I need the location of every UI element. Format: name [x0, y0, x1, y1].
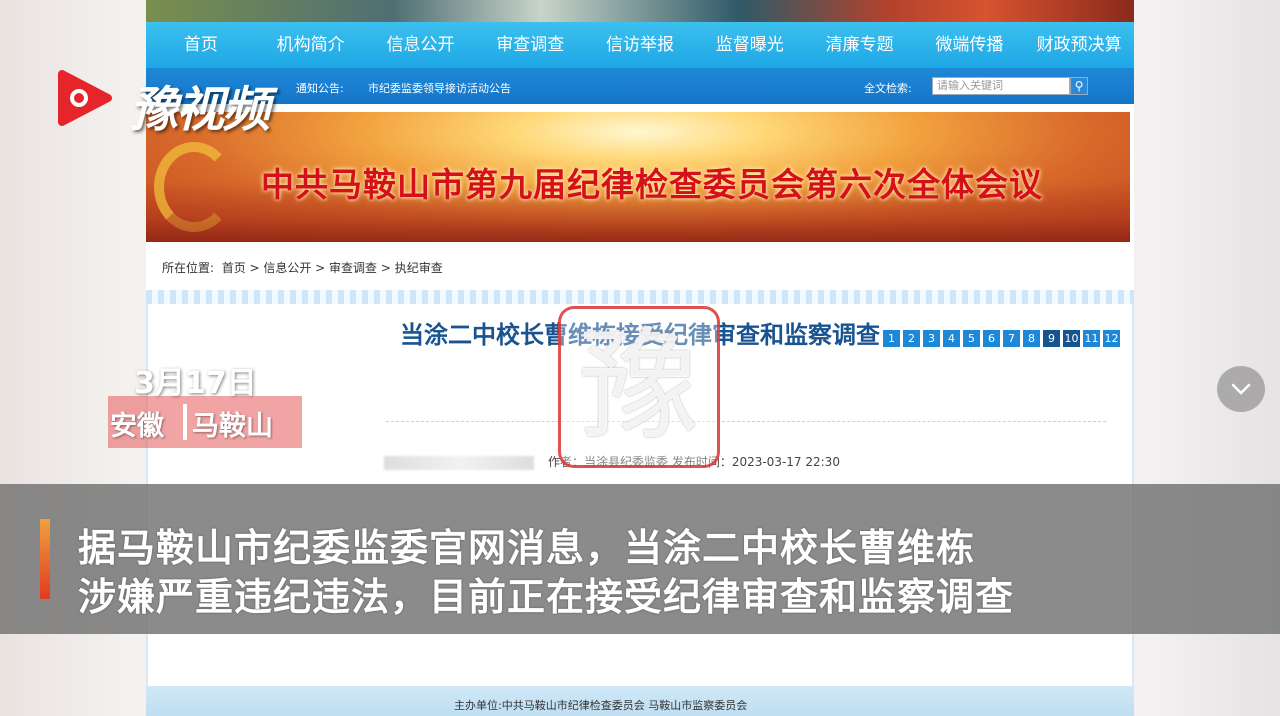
chevron-down-icon [1231, 383, 1251, 395]
subtitle-line-2: 涉嫌严重违纪违法，目前正在接受纪律审查和监察调查 [78, 575, 1015, 619]
banner-title: 中共马鞍山市第九届纪律检查委员会第六次全体会议 [261, 165, 1043, 204]
subtitle-line-1: 据马鞍山市纪委监委官网消息，当涂二中校长曹维栋 [78, 526, 976, 570]
location-city: 马鞍山 [192, 411, 273, 442]
divider-dashed [386, 421, 1106, 422]
logo-text: 豫视频 [130, 82, 270, 138]
nav-item-about[interactable]: 机构简介 [256, 22, 366, 68]
breadcrumb-label: 所在位置: [162, 261, 215, 275]
watermark-char: 豫 [579, 317, 699, 456]
search-input[interactable]: 请输入关键词 [932, 77, 1070, 95]
notice-bar: 通知公告: 市纪委监委领导接访活动公告 全文检索: 请输入关键词 ⚲ [146, 68, 1134, 104]
divider-stripe [146, 290, 1134, 304]
blurred-text [384, 455, 534, 470]
nav-item-petition[interactable]: 信访举报 [585, 22, 695, 68]
nav-item-home[interactable]: 首页 [146, 22, 256, 68]
breadcrumb: 所在位置: 首页 > 信息公开 > 审查调查 > 执纪审查 [162, 259, 443, 276]
location-divider [183, 404, 187, 440]
nav-item-budget[interactable]: 财政预决算 [1024, 22, 1134, 68]
meeting-banner[interactable]: 中共马鞍山市第九届纪律检查委员会第六次全体会议 1 2 3 4 5 6 7 8 … [146, 112, 1130, 347]
notice-label: 通知公告: [296, 82, 344, 95]
nav-item-disclosure[interactable]: 信息公开 [366, 22, 476, 68]
search-label: 全文检索: [864, 82, 912, 95]
yu-video-logo-icon [58, 70, 112, 126]
subtitle-accent-bar [40, 519, 50, 599]
nav-item-investigation[interactable]: 审查调查 [475, 22, 585, 68]
nav-item-media[interactable]: 微端传播 [914, 22, 1024, 68]
main-nav: 首页 机构简介 信息公开 审查调查 信访举报 监督曝光 清廉专题 微端传播 财政… [146, 22, 1134, 68]
breadcrumb-path[interactable]: 首页 > 信息公开 > 审查调查 > 执纪审查 [222, 261, 443, 275]
location-province: 安徽 [110, 411, 164, 442]
footer-text: 主办单位:中共马鞍山市纪律检查委员会 马鞍山市监察委员会 [454, 699, 748, 712]
search-icon[interactable]: ⚲ [1070, 77, 1088, 95]
scroll-down-button[interactable] [1217, 366, 1265, 412]
notice-link[interactable]: 市纪委监委领导接访活动公告 [368, 80, 511, 96]
header-image [146, 0, 1134, 22]
nav-item-integrity[interactable]: 清廉专题 [805, 22, 915, 68]
nav-item-exposure[interactable]: 监督曝光 [695, 22, 805, 68]
